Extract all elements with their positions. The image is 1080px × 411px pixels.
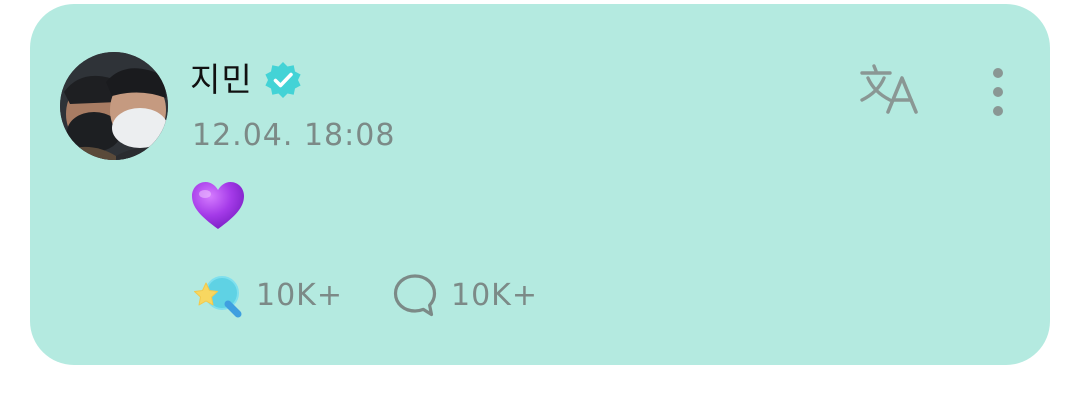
star-reaction-icon [194,276,242,318]
more-options-button[interactable] [980,66,1016,118]
avatar[interactable] [60,52,168,160]
comment-bubble-icon [393,274,437,317]
comment-button[interactable]: 10K+ [391,271,538,319]
verified-badge-icon [263,60,303,100]
post-actions: 10K+ 10K+ [192,268,538,322]
reactions-count: 10K+ [256,277,343,313]
more-vertical-icon [993,68,1003,116]
comments-count: 10K+ [450,277,538,313]
post-message [190,180,246,232]
translate-button[interactable] [858,62,922,118]
author-row: 지민 [190,58,303,102]
post-timestamp: 12.04. 18:08 [192,118,396,153]
author-name[interactable]: 지민 [190,58,253,102]
reaction-button[interactable]: 10K+ [192,271,343,319]
purple-heart-icon [192,182,244,229]
translate-icon [860,64,918,114]
post-card[interactable]: 지민 12.04. 18:08 10K+ 10K+ [30,4,1050,365]
